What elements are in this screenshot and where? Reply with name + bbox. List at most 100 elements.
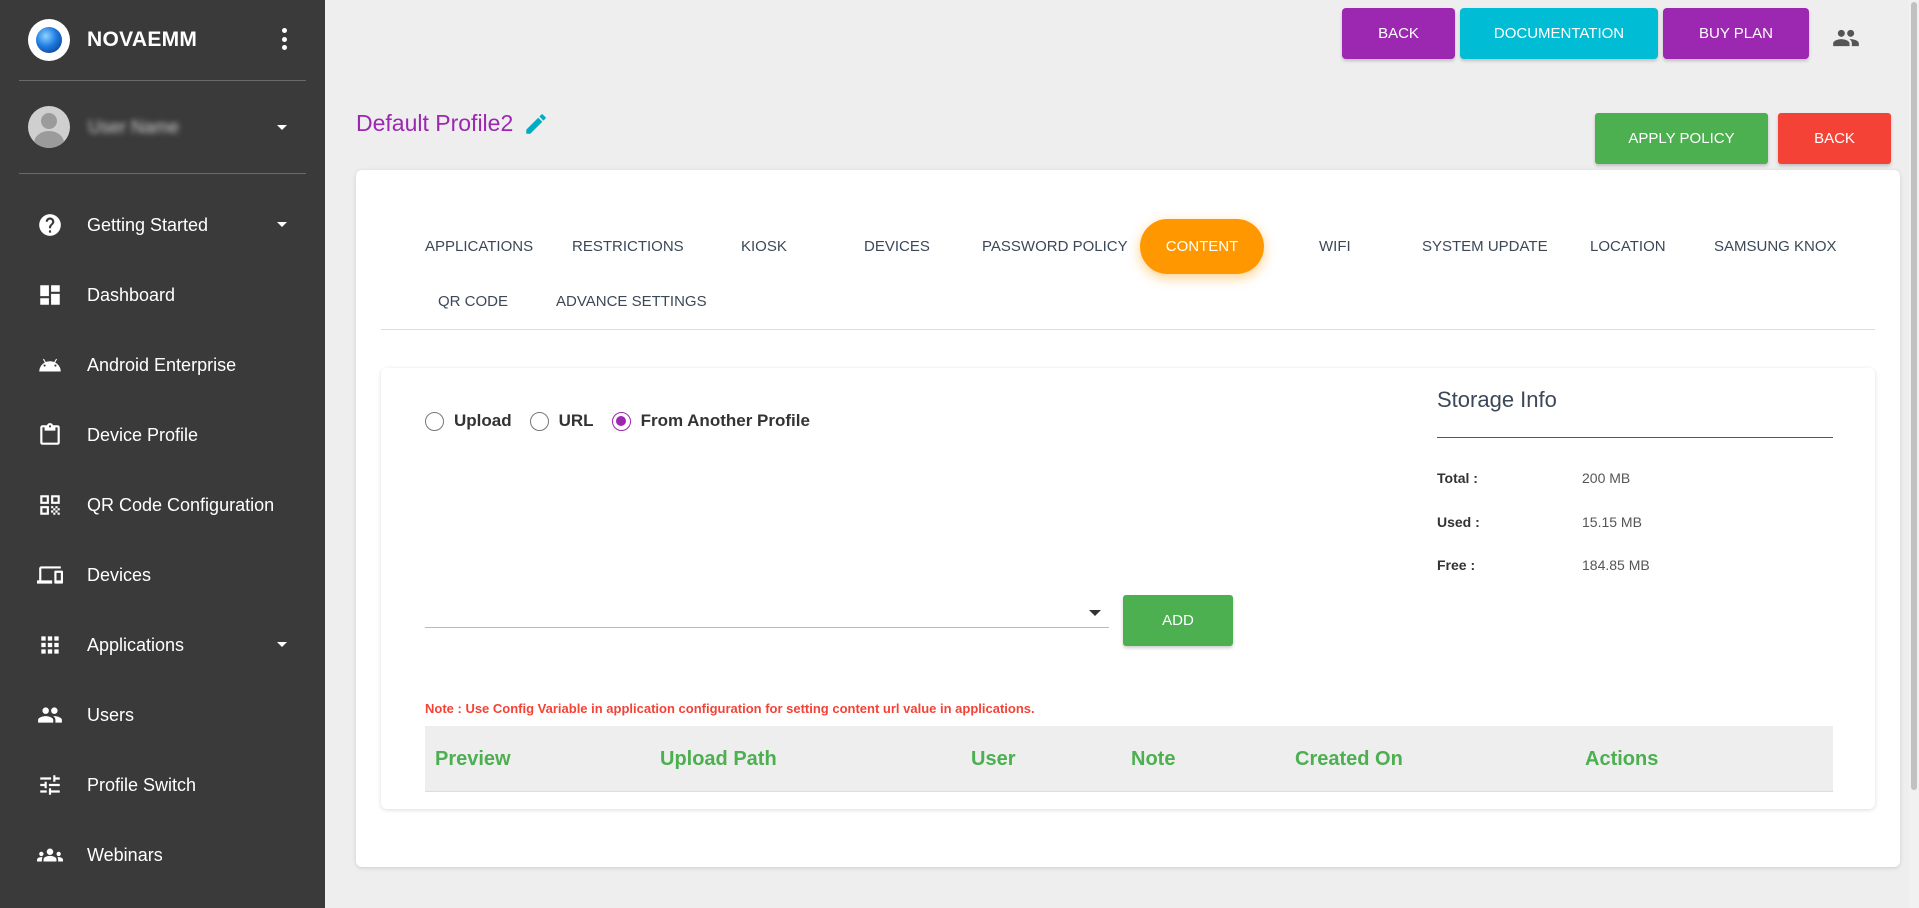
page-scrollbar[interactable]: [1909, 0, 1919, 908]
radio-label: URL: [558, 411, 594, 430]
column-header-user: User: [971, 748, 1016, 770]
radio-circle[interactable]: [529, 411, 549, 431]
tab-system-update[interactable]: SYSTEM UPDATE: [1422, 238, 1548, 255]
sidebar-item-android-enterprise[interactable]: Android Enterprise: [0, 330, 325, 400]
storage-key: Free :: [1437, 557, 1476, 573]
sidebar-item-label: Dashboard: [87, 284, 176, 305]
sidebar-item-label: Profile Switch: [87, 774, 197, 795]
top-back-button[interactable]: BACK: [1342, 8, 1455, 59]
tabs-divider: [381, 329, 1875, 330]
storage-key: Total :: [1437, 470, 1478, 486]
storage-row-free: Free : 184.85 MB: [1437, 557, 1650, 573]
more-vert-icon[interactable]: [281, 28, 287, 50]
sidebar-item-devices[interactable]: Devices: [0, 540, 325, 610]
column-header-upload-path: Upload Path: [660, 748, 777, 770]
group-icon: [37, 842, 63, 868]
storage-key: Used :: [1437, 514, 1480, 530]
back-button[interactable]: BACK: [1778, 113, 1891, 164]
radio-label: From Another Profile: [640, 411, 810, 430]
tab-samsung-knox[interactable]: SAMSUNG KNOX: [1714, 238, 1837, 255]
devices-icon: [37, 562, 63, 588]
apps-grid-icon: [37, 632, 63, 658]
radio-upload[interactable]: Upload: [425, 411, 512, 431]
sidebar-item-label: Devices: [87, 564, 152, 585]
chevron-down-icon: [277, 124, 287, 130]
storage-value: 184.85 MB: [1582, 557, 1650, 573]
profile-name: Default Profile2: [356, 110, 514, 136]
sidebar-item-applications[interactable]: Applications: [0, 610, 325, 680]
tab-password-policy[interactable]: PASSWORD POLICY: [982, 238, 1128, 255]
config-note: Note : Use Config Variable in applicatio…: [425, 701, 1035, 716]
chevron-down-icon: [277, 222, 287, 227]
profile-card: APPLICATIONS RESTRICTIONS KIOSK DEVICES …: [356, 170, 1900, 867]
source-radio-group: Upload URL From Another Profile: [425, 411, 828, 431]
radio-url[interactable]: URL: [529, 411, 594, 431]
brand-name: NOVAEMM: [87, 28, 198, 51]
sidebar-nav: Getting Started Dashboard Android Enterp…: [0, 174, 325, 890]
tab-wifi[interactable]: WIFI: [1319, 238, 1351, 255]
chevron-down-icon: [277, 642, 287, 647]
android-icon: [37, 352, 63, 378]
sidebar-item-label: Device Profile: [87, 424, 199, 445]
tune-icon: [37, 772, 63, 798]
sidebar-item-webinars[interactable]: Webinars: [0, 820, 325, 890]
qr-code-icon: [37, 492, 63, 518]
brand-header: NOVAEMM: [0, 0, 325, 80]
column-header-preview: Preview: [435, 748, 511, 770]
profile-select[interactable]: [425, 598, 1109, 628]
content-table-header: Preview Upload Path User Note Created On…: [425, 726, 1833, 792]
tab-content[interactable]: CONTENT: [1140, 219, 1264, 274]
column-header-note: Note: [1131, 748, 1176, 770]
sidebar-item-dashboard[interactable]: Dashboard: [0, 260, 325, 330]
apply-policy-button[interactable]: APPLY POLICY: [1595, 113, 1768, 164]
user-menu[interactable]: User Name: [0, 81, 325, 173]
sidebar: NOVAEMM User Name Getting Started Dashbo…: [0, 0, 325, 908]
storage-info-title: Storage Info: [1437, 387, 1557, 412]
page-title: Default Profile2: [356, 110, 549, 137]
tab-advance-settings[interactable]: ADVANCE SETTINGS: [556, 293, 707, 310]
people-icon[interactable]: [1832, 24, 1860, 52]
avatar: [28, 106, 70, 148]
radio-circle[interactable]: [611, 411, 631, 431]
tab-devices[interactable]: DEVICES: [864, 238, 930, 255]
radio-label: Upload: [454, 411, 512, 430]
radio-from-another-profile[interactable]: From Another Profile: [611, 411, 810, 431]
tab-kiosk[interactable]: KIOSK: [741, 238, 787, 255]
sidebar-item-label: Users: [87, 704, 135, 725]
radio-circle[interactable]: [425, 411, 444, 431]
sidebar-item-label: Applications: [87, 634, 185, 655]
sidebar-item-getting-started[interactable]: Getting Started: [0, 190, 325, 260]
pencil-icon[interactable]: [523, 111, 549, 137]
storage-row-used: Used : 15.15 MB: [1437, 514, 1642, 530]
user-name: User Name: [88, 116, 180, 137]
storage-divider: [1437, 437, 1833, 438]
sidebar-item-label: Getting Started: [87, 214, 209, 235]
users-icon: [37, 702, 63, 728]
sidebar-item-profile-switch[interactable]: Profile Switch: [0, 750, 325, 820]
buy-plan-button[interactable]: BUY PLAN: [1663, 8, 1809, 59]
scrollbar-thumb[interactable]: [1911, 2, 1917, 790]
tab-applications[interactable]: APPLICATIONS: [425, 238, 533, 255]
content-panel: Upload URL From Another Profile Storage …: [381, 368, 1875, 809]
clipboard-icon: [37, 422, 63, 448]
documentation-button[interactable]: DOCUMENTATION: [1460, 8, 1658, 59]
help-circle-icon: [37, 212, 63, 238]
tab-qr-code[interactable]: QR CODE: [438, 293, 508, 310]
sidebar-item-label: Webinars: [87, 844, 163, 865]
sidebar-item-device-profile[interactable]: Device Profile: [0, 400, 325, 470]
sidebar-item-label: Android Enterprise: [87, 354, 237, 375]
column-header-created-on: Created On: [1295, 748, 1403, 770]
sidebar-item-users[interactable]: Users: [0, 680, 325, 750]
storage-value: 15.15 MB: [1582, 514, 1642, 530]
storage-row-total: Total : 200 MB: [1437, 470, 1630, 486]
add-button[interactable]: ADD: [1123, 595, 1233, 646]
tab-location[interactable]: LOCATION: [1590, 238, 1666, 255]
chevron-down-icon: [1089, 610, 1101, 616]
sidebar-item-label: QR Code Configuration: [87, 494, 275, 515]
storage-value: 200 MB: [1582, 470, 1631, 486]
sidebar-item-qr-code-configuration[interactable]: QR Code Configuration: [0, 470, 325, 540]
column-header-actions: Actions: [1585, 748, 1659, 770]
brand-logo-icon: [28, 19, 70, 61]
tab-restrictions[interactable]: RESTRICTIONS: [572, 238, 684, 255]
dashboard-icon: [37, 282, 63, 308]
